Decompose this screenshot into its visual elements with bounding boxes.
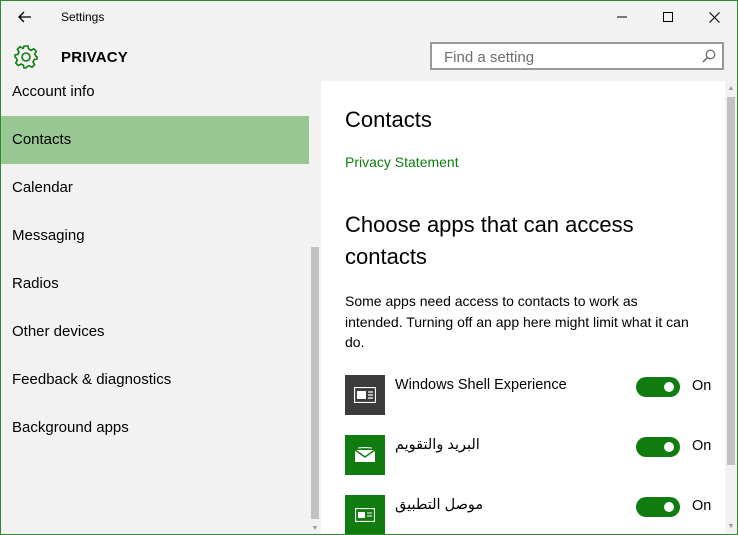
gear-icon [14, 45, 38, 69]
app-connector-icon [345, 495, 385, 534]
app-row-app-connector: موصل التطبيق On [345, 495, 715, 534]
sidebar-item-calendar[interactable]: Calendar [1, 164, 309, 212]
sidebar-item-label: Calendar [12, 179, 73, 196]
toggle-knob [664, 442, 674, 452]
sidebar-item-background-apps[interactable]: Background apps [1, 404, 309, 452]
back-arrow-icon [18, 11, 31, 23]
sidebar-item-label: Feedback & diagnostics [12, 371, 172, 388]
sidebar-scroll-down-icon[interactable]: ▼ [311, 525, 319, 533]
description-text: Some apps need access to contacts to wor… [345, 293, 689, 350]
sidebar-item-label: Messaging [12, 227, 85, 244]
toggle-knob [664, 502, 674, 512]
search-input[interactable] [442, 48, 696, 67]
content-scrollbar-thumb[interactable] [727, 97, 735, 465]
app-access-toggle[interactable] [636, 437, 680, 457]
section-title: Choose apps that can access contacts [345, 212, 634, 269]
section-heading: PRIVACY [61, 49, 128, 66]
window-title: Settings [61, 10, 105, 24]
search-icon[interactable] [702, 49, 716, 63]
title-bar: Settings [1, 1, 737, 33]
shell-experience-icon [345, 375, 385, 415]
sidebar-item-label: Contacts [12, 131, 72, 148]
back-button[interactable] [11, 5, 39, 29]
privacy-statement-link[interactable]: Privacy Statement [345, 154, 459, 170]
sidebar-scrollbar-thumb[interactable] [311, 247, 319, 519]
content-scroll-down-icon[interactable]: ▼ [727, 523, 735, 531]
app-name: Windows Shell Experience [395, 377, 567, 393]
close-icon [708, 11, 720, 23]
sidebar-item-label: Other devices [12, 323, 105, 340]
maximize-icon [663, 12, 673, 22]
content-pane: Contacts Privacy Statement Choose apps t… [321, 81, 737, 534]
minimize-icon [617, 16, 627, 18]
page-title: Contacts [345, 107, 432, 132]
sidebar-item-label: Account info [12, 83, 95, 100]
sidebar-item-label: Background apps [12, 419, 129, 436]
content-scroll-up-icon[interactable]: ▲ [727, 85, 735, 93]
minimize-button[interactable] [599, 1, 645, 33]
app-name: موصل التطبيق [395, 497, 484, 513]
mail-calendar-icon [345, 435, 385, 475]
app-name: البريد والتقويم [395, 437, 480, 453]
app-row-windows-shell-experience: Windows Shell Experience On [345, 375, 715, 417]
toggle-knob [664, 382, 674, 392]
sidebar-item-radios[interactable]: Radios [1, 260, 309, 308]
toggle-state-label: On [692, 378, 712, 394]
close-button[interactable] [691, 1, 737, 33]
maximize-button[interactable] [645, 1, 691, 33]
toggle-state-label: On [692, 438, 712, 454]
toggle-state-label: On [692, 498, 712, 514]
sidebar-item-contacts[interactable]: Contacts [1, 116, 309, 164]
sidebar-item-messaging[interactable]: Messaging [1, 212, 309, 260]
app-access-toggle[interactable] [636, 377, 680, 397]
settings-window: Settings PRIVACY Accoun [0, 0, 738, 535]
settings-header: PRIVACY [1, 33, 737, 81]
app-row-mail-calendar: البريد والتقويم On [345, 435, 715, 477]
sidebar-item-feedback-diagnostics[interactable]: Feedback & diagnostics [1, 356, 309, 404]
sidebar: Account info Contacts Calendar Messaging… [1, 81, 321, 534]
sidebar-item-label: Radios [12, 275, 59, 292]
sidebar-item-other-devices[interactable]: Other devices [1, 308, 309, 356]
search-box[interactable] [430, 42, 724, 70]
sidebar-item-account-info[interactable]: Account info [1, 81, 309, 116]
app-access-toggle[interactable] [636, 497, 680, 517]
